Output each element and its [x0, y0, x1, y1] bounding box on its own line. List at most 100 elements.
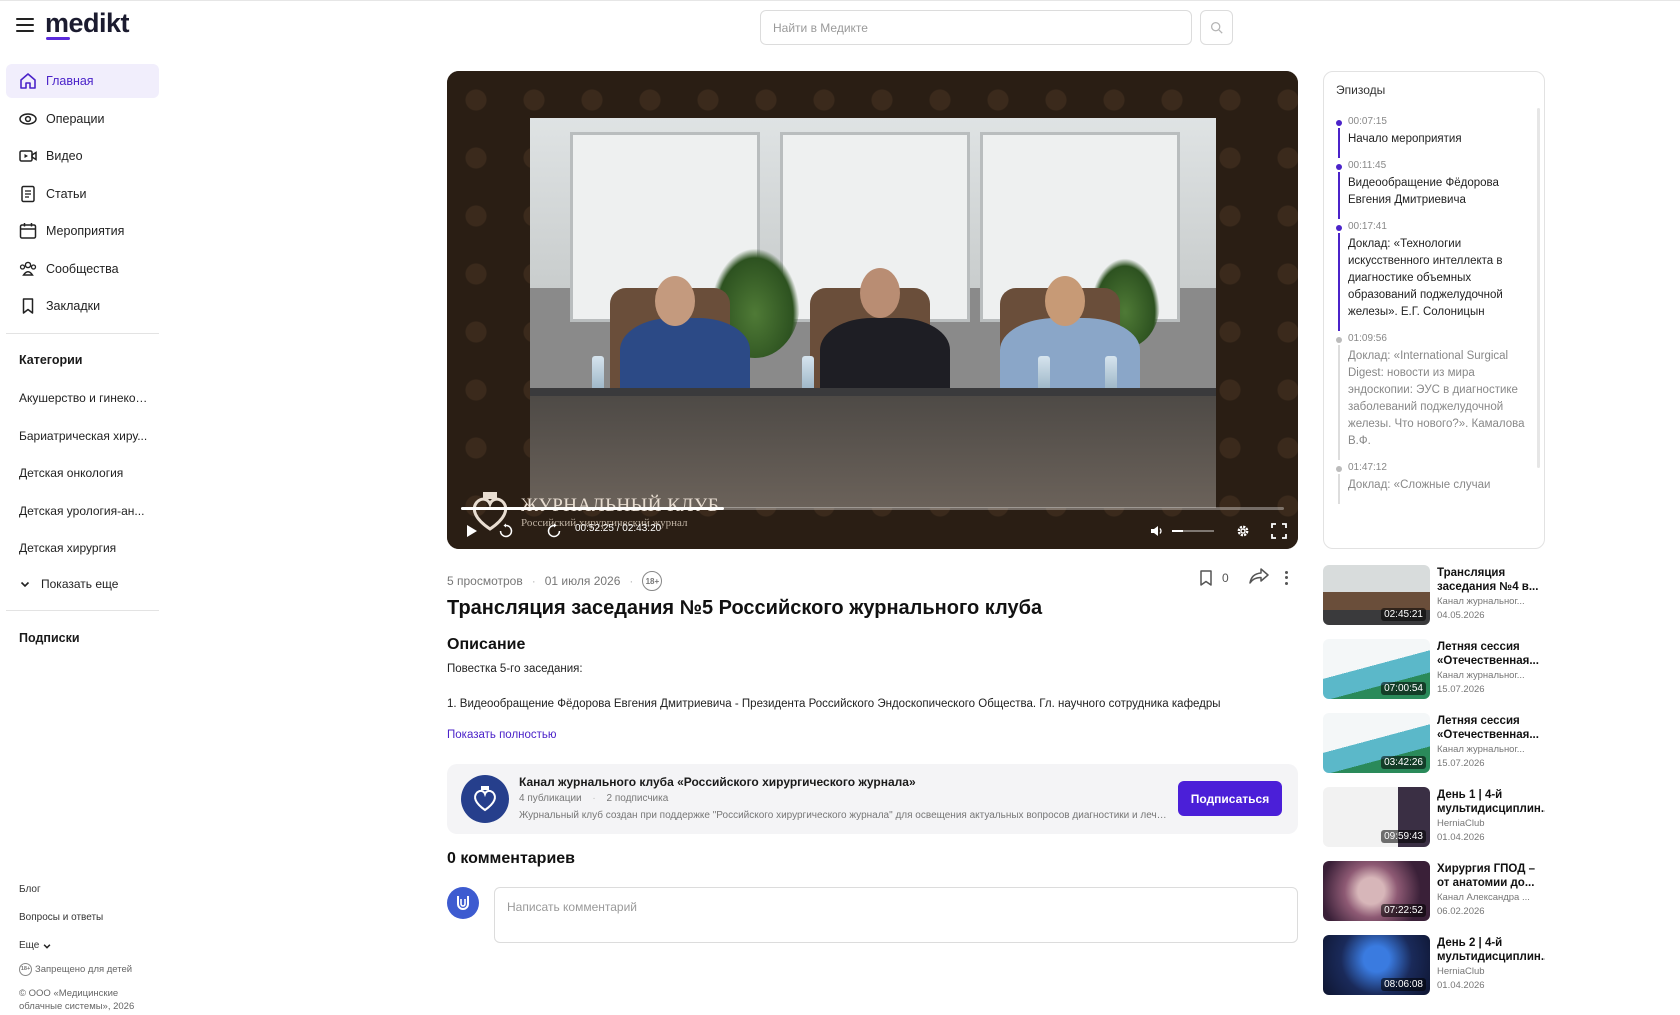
sidebar-item-bookmarks[interactable]: Закладки: [6, 289, 159, 323]
video-thumbnail[interactable]: 07:22:52: [1323, 861, 1430, 921]
menu-icon[interactable]: [16, 18, 34, 32]
footer-more-link[interactable]: Еще: [19, 940, 52, 951]
document-icon: [18, 184, 38, 204]
logo[interactable]: medikt: [45, 8, 130, 39]
description-line: 1. Видеообращение Фёдорова Евгения Дмитр…: [447, 698, 1221, 710]
episode-item[interactable]: 00:17:41 Доклад: «Технологии искусственно…: [1324, 221, 1539, 331]
sidebar-item-home[interactable]: Главная: [6, 64, 159, 98]
mute-button[interactable]: [1147, 519, 1167, 543]
video-title[interactable]: Хирургия ГПОД – от анатомии до...: [1437, 862, 1545, 890]
sidebar-item-label: Статьи: [46, 186, 87, 201]
video-duration: 07:00:54: [1381, 682, 1426, 695]
sidebar-item-video[interactable]: Видео: [6, 139, 159, 173]
video-actions: 0: [1198, 567, 1288, 588]
video-title[interactable]: Трансляция заседания №4 в...: [1437, 566, 1545, 594]
episode-time: 00:17:41: [1348, 221, 1387, 232]
play-button[interactable]: [463, 519, 481, 543]
episode-time: 01:09:56: [1348, 333, 1387, 344]
video-channel[interactable]: HerniaClub: [1437, 818, 1545, 829]
video-channel[interactable]: Канал журнальног...: [1437, 596, 1545, 607]
episode-time: 00:11:45: [1348, 160, 1387, 171]
footer-blog-link[interactable]: Блог: [19, 884, 41, 895]
video-thumbnail[interactable]: 07:00:54: [1323, 639, 1430, 699]
video-title[interactable]: Летняя сессия «Отечественная...: [1437, 714, 1545, 742]
play-icon: [467, 525, 477, 537]
episode-item[interactable]: 00:11:45 Видеообращение Фёдорова Евгения …: [1324, 160, 1539, 219]
sidebar-item-label: Сообщества: [46, 261, 119, 276]
comments-heading: 0 комментариев: [447, 850, 576, 867]
episode-marker: [1336, 120, 1342, 126]
video-title[interactable]: День 2 | 4-й мультидисциплин...: [1437, 936, 1545, 964]
recommended-video[interactable]: 02:45:21 Трансляция заседания №4 в... Кана…: [1323, 565, 1545, 625]
home-icon: [18, 71, 38, 91]
share-button[interactable]: [1248, 567, 1269, 588]
channel-card: Канал журнального клуба «Российского хир…: [447, 764, 1298, 834]
fullscreen-button[interactable]: [1269, 519, 1289, 543]
settings-button[interactable]: [1233, 519, 1253, 543]
show-more-categories[interactable]: Показать еще: [19, 577, 118, 591]
video-channel[interactable]: Канал журнальног...: [1437, 670, 1545, 681]
episode-item[interactable]: 01:09:56 Доклад: «International Surgical …: [1324, 333, 1539, 460]
sidebar-divider: [6, 333, 159, 334]
category-item[interactable]: Детская онкология: [19, 461, 154, 499]
sidebar-item-events[interactable]: Мероприятия: [6, 214, 159, 248]
video-player[interactable]: ЖУРНАЛЬНЫЙ КЛУБ Российский хирургический…: [447, 71, 1298, 549]
footer-faq-link[interactable]: Вопросы и ответы: [19, 912, 103, 923]
category-item[interactable]: Детская хирургия: [19, 536, 154, 574]
video-date: 15.07.2026: [1437, 684, 1485, 695]
more-options-button[interactable]: [1284, 570, 1288, 585]
search-button[interactable]: [1200, 10, 1233, 45]
volume-slider[interactable]: [1172, 530, 1214, 532]
gear-icon: [1237, 525, 1249, 537]
video-duration: 08:06:08: [1381, 978, 1426, 991]
episode-item[interactable]: 01:47:12 Доклад: «Сложные случаи: [1324, 462, 1539, 504]
calendar-icon: [18, 221, 38, 241]
video-date: 01.04.2026: [1437, 980, 1485, 991]
video-thumbnail[interactable]: 08:06:08: [1323, 935, 1430, 995]
episode-marker: [1336, 337, 1342, 343]
category-item[interactable]: Бариатрическая хиру...: [19, 424, 154, 462]
copyright-line: © ООО «Медицинские: [19, 988, 119, 999]
share-icon: [1248, 568, 1269, 584]
forward-button[interactable]: [543, 519, 565, 543]
video-title[interactable]: День 1 | 4-й мультидисциплин...: [1437, 788, 1545, 816]
recommended-video[interactable]: 09:59:43 День 1 | 4-й мультидисциплин... H…: [1323, 787, 1545, 847]
comment-input[interactable]: [494, 887, 1298, 943]
category-item[interactable]: Детская урология-ан...: [19, 499, 154, 537]
video-thumbnail[interactable]: 09:59:43: [1323, 787, 1430, 847]
video-channel[interactable]: HerniaClub: [1437, 966, 1545, 977]
video-thumbnail[interactable]: 03:42:26: [1323, 713, 1430, 773]
sidebar-item-operations[interactable]: Операции: [6, 102, 159, 136]
seek-bar-fill: [461, 507, 725, 510]
recommended-video[interactable]: 07:22:52 Хирургия ГПОД – от анатомии до..…: [1323, 861, 1545, 921]
episode-text: Доклад: «International Surgical Digest: …: [1348, 350, 1525, 447]
age-restriction-note: 18+ Запрещено для детей: [19, 963, 132, 976]
video-channel[interactable]: Канал Александра ...: [1437, 892, 1545, 903]
user-avatar-icon: [457, 896, 469, 910]
recommended-video[interactable]: 03:42:26 Летняя сессия «Отечественная... К…: [1323, 713, 1545, 773]
channel-avatar[interactable]: [461, 775, 509, 823]
logo-underline: [46, 37, 70, 40]
seek-bar[interactable]: [461, 507, 1284, 510]
video-thumbnail[interactable]: 02:45:21: [1323, 565, 1430, 625]
recommended-video[interactable]: 08:06:08 День 2 | 4-й мультидисциплин... H…: [1323, 935, 1545, 995]
sidebar-item-communities[interactable]: Сообщества: [6, 252, 159, 286]
category-item[interactable]: Акушерство и гинеколо...: [19, 386, 154, 424]
bookmark-button[interactable]: 0: [1198, 569, 1229, 587]
search-input[interactable]: [760, 10, 1192, 45]
recommended-video[interactable]: 07:00:54 Летняя сессия «Отечественная... К…: [1323, 639, 1545, 699]
subscribe-button[interactable]: Подписаться: [1178, 781, 1282, 816]
rewind-button[interactable]: [495, 519, 517, 543]
video-channel[interactable]: Канал журнальног...: [1437, 744, 1545, 755]
video-title[interactable]: Летняя сессия «Отечественная...: [1437, 640, 1545, 668]
channel-name[interactable]: Канал журнального клуба «Российского хир…: [519, 775, 916, 789]
channel-stats: 4 публикации · 2 подписчика: [519, 793, 669, 804]
show-full-description-link[interactable]: Показать полностью: [447, 729, 557, 741]
episode-marker: [1336, 466, 1342, 472]
user-avatar[interactable]: [447, 887, 479, 919]
episodes-panel: Эпизоды 00:07:15 Начало мероприятия 00:11:…: [1323, 71, 1545, 549]
episode-item[interactable]: 00:07:15 Начало мероприятия: [1324, 116, 1539, 158]
sidebar-item-articles[interactable]: Статьи: [6, 177, 159, 211]
category-list: Акушерство и гинеколо... Бариатрическая …: [19, 386, 154, 574]
volume-icon: [1151, 526, 1162, 536]
